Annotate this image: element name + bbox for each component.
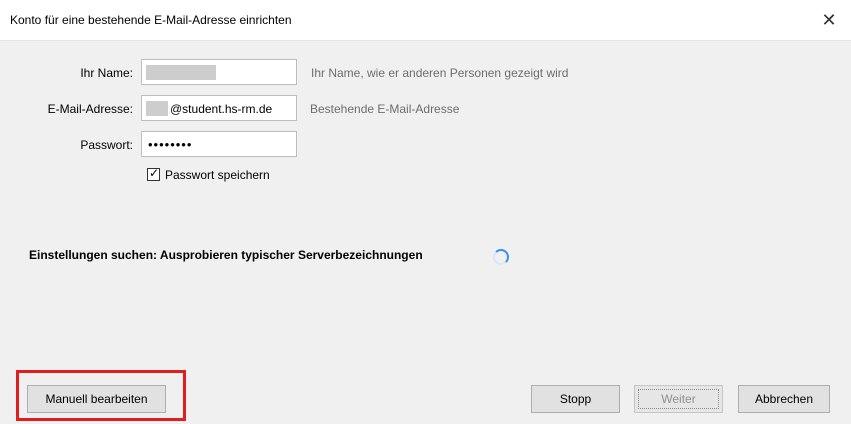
name-hint: Ihr Name, wie er anderen Personen gezeig…	[311, 66, 569, 80]
status-text: Einstellungen suchen: Ausprobieren typis…	[29, 248, 423, 262]
password-label: Passwort:	[80, 138, 133, 152]
close-icon[interactable]: ✕	[817, 8, 841, 32]
title-bar: Konto für eine bestehende E-Mail-Adresse…	[0, 0, 851, 41]
name-label: Ihr Name:	[80, 66, 133, 80]
name-field[interactable]	[141, 59, 297, 85]
stop-button[interactable]: Stopp	[531, 385, 620, 413]
email-hint: Bestehende E-Mail-Adresse	[310, 102, 460, 116]
email-user-redacted	[146, 101, 168, 116]
password-field[interactable]: ••••••••	[141, 131, 297, 157]
email-label: E-Mail-Adresse:	[47, 102, 133, 116]
check-icon: ✓	[149, 166, 160, 180]
save-password-label[interactable]: Passwort speichern	[165, 168, 270, 182]
focus-ring	[638, 389, 719, 409]
name-value-redacted	[146, 65, 216, 80]
dialog-body	[0, 41, 851, 424]
dialog-title: Konto für eine bestehende E-Mail-Adresse…	[10, 13, 292, 27]
email-field[interactable]: @student.hs-rm.de	[141, 95, 297, 121]
cancel-button[interactable]: Abbrechen	[738, 385, 830, 413]
save-password-checkbox[interactable]: ✓	[147, 166, 160, 181]
email-domain-text: @student.hs-rm.de	[170, 102, 273, 116]
next-button[interactable]: Weiter	[634, 385, 723, 413]
spinner-icon	[493, 249, 509, 265]
highlight-box	[16, 370, 186, 421]
password-value: ••••••••	[148, 137, 193, 152]
